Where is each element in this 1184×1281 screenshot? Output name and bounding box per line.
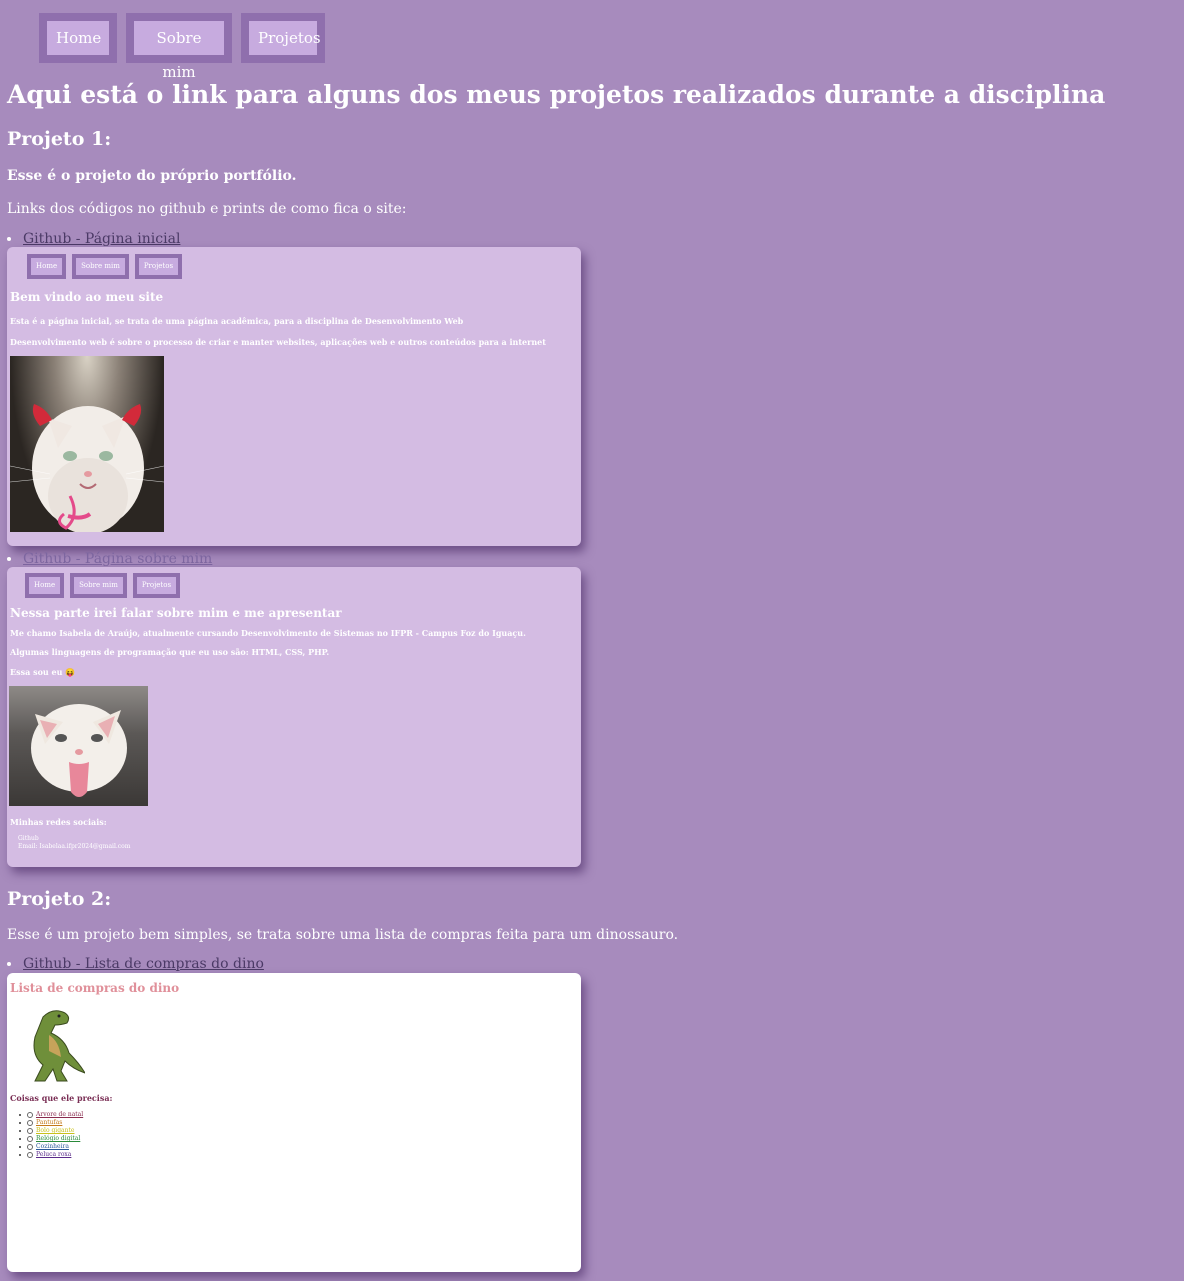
mini-home-button: Home	[27, 254, 67, 279]
dino-list-item: Relógio digital	[19, 1135, 83, 1143]
dino-list-item: Peluca roxa	[19, 1151, 83, 1159]
cat-photo	[9, 686, 148, 806]
bullet	[19, 1146, 21, 1148]
dino-item-label: Pantufas	[36, 1119, 63, 1126]
checkbox-icon	[27, 1120, 33, 1126]
github-home-link[interactable]: Github - Página inicial	[23, 231, 180, 247]
dino-list-item: Bolo gigante	[19, 1127, 83, 1135]
list-item: Github - Lista de compras do dino	[7, 956, 264, 972]
project2-description: Esse é um projeto bem simples, se trata …	[7, 927, 679, 943]
mini-social-list: Github Email: Isabelaa.ifpr2024@gmail.co…	[18, 835, 130, 851]
dino-list-item: Pantufas	[19, 1119, 83, 1127]
nav-about-button[interactable]: Sobre mim	[126, 13, 232, 81]
dino-heading: Lista de compras do dino	[10, 981, 180, 995]
bullet	[7, 962, 11, 966]
bullet	[19, 1114, 21, 1116]
project1-links-intro: Links dos códigos no github e prints de …	[7, 201, 407, 217]
mini-social-item: Email: Isabelaa.ifpr2024@gmail.com	[18, 843, 131, 850]
mini-social-label: Minhas redes sociais:	[10, 817, 107, 827]
dino-item-label: Relógio digital	[36, 1135, 81, 1142]
checkbox-icon	[27, 1136, 33, 1142]
project2-heading: Projeto 2:	[7, 888, 112, 910]
cat-photo	[10, 356, 164, 532]
homepage-screenshot: Home Sobre mim Projetos Bem vindo ao meu…	[7, 247, 581, 546]
list-item: Github - Página inicial	[7, 231, 180, 247]
about-screenshot: Home Sobre mim Projetos Nessa parte irei…	[7, 567, 581, 867]
mini-projects-button: Projetos	[132, 573, 181, 598]
checkbox-icon	[27, 1144, 33, 1150]
dino-needs-label: Coisas que ele precisa:	[10, 1093, 113, 1103]
mini-projects-button: Projetos	[134, 254, 183, 279]
checkbox-icon	[27, 1152, 33, 1158]
mini-text: Esta é a página inicial, se trata de uma…	[10, 316, 464, 326]
mini-home-button: Home	[25, 573, 65, 598]
dino-list-screenshot: Lista de compras do dino Coisas que ele …	[7, 973, 581, 1272]
bullet	[7, 237, 11, 241]
mini-social-item: Github	[18, 835, 39, 842]
github-about-link[interactable]: Github - Página sobre mim	[23, 551, 212, 567]
bullet	[7, 557, 11, 561]
dino-list-item: Cozinheira	[19, 1143, 83, 1151]
bullet	[19, 1130, 21, 1132]
dinosaur-image	[13, 1003, 85, 1083]
dino-item-label: Peluca roxa	[36, 1151, 72, 1158]
mini-nav: Home Sobre mim Projetos	[27, 254, 183, 279]
top-nav: Home Sobre mim Projetos	[39, 13, 325, 81]
mini-heading: Nessa parte irei falar sobre mim e me ap…	[10, 606, 342, 620]
bullet	[19, 1154, 21, 1156]
mini-text: Algumas linguagens de programação que eu…	[10, 647, 330, 657]
nav-home-button[interactable]: Home	[39, 13, 117, 63]
project1-heading: Projeto 1:	[7, 128, 112, 150]
dino-item-label: Arvore de natal	[36, 1111, 84, 1118]
checkbox-icon	[27, 1128, 33, 1134]
mini-text: Essa sou eu 😝	[10, 667, 76, 677]
mini-about-button: Sobre mim	[72, 254, 129, 279]
mini-about-button: Sobre mim	[70, 573, 127, 598]
project1-subtitle: Esse é o projeto do próprio portfólio.	[7, 168, 297, 184]
dino-item-label: Bolo gigante	[36, 1127, 75, 1134]
dino-shopping-list: Arvore de natal Pantufas Bolo gigante Relóg…	[19, 1111, 83, 1159]
checkbox-icon	[27, 1112, 33, 1118]
page-title: Aqui está o link para alguns dos meus pr…	[7, 80, 1106, 109]
dino-list-item: Arvore de natal	[19, 1111, 83, 1119]
mini-heading: Bem vindo ao meu site	[10, 290, 164, 304]
bullet	[19, 1122, 21, 1124]
github-dino-link[interactable]: Github - Lista de compras do dino	[23, 956, 264, 972]
list-item: Github - Página sobre mim	[7, 551, 212, 567]
nav-projects-button[interactable]: Projetos	[241, 13, 325, 63]
mini-text: Me chamo Isabela de Araújo, atualmente c…	[10, 628, 526, 638]
mini-text: Desenvolvimento web é sobre o processo d…	[10, 337, 546, 347]
bullet	[19, 1138, 21, 1140]
mini-nav: Home Sobre mim Projetos	[25, 573, 181, 598]
dino-item-label: Cozinheira	[36, 1143, 69, 1150]
